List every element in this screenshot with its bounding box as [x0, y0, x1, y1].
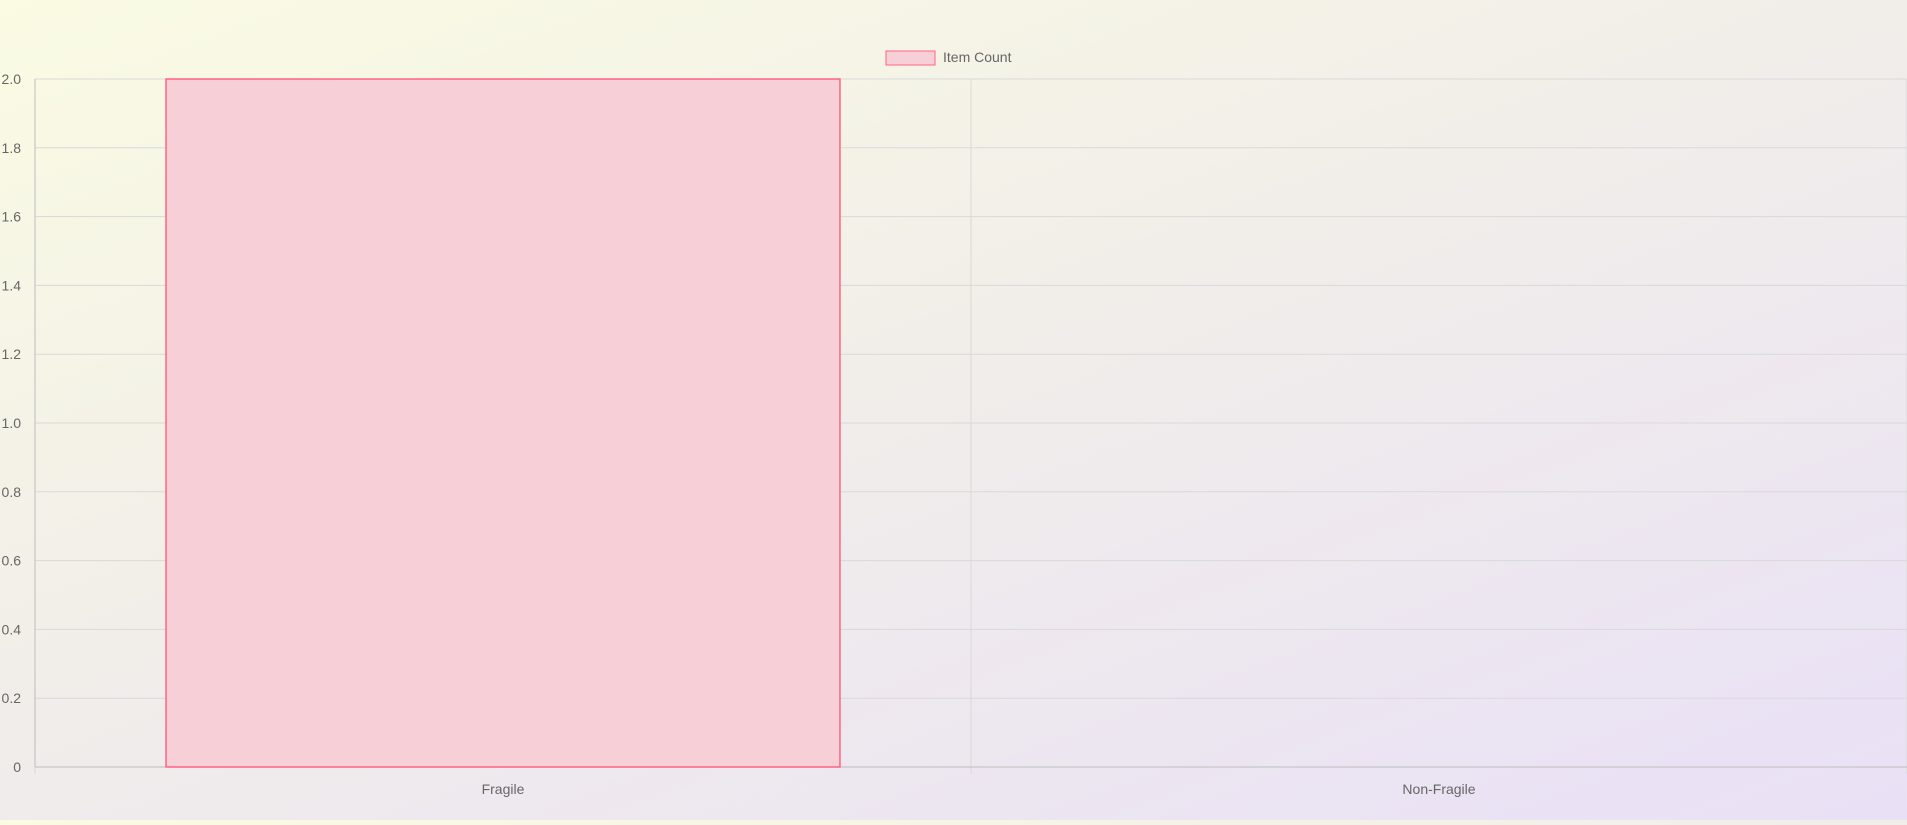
y-tick-label: 0.4	[2, 621, 22, 637]
chart-container: Item Count 0 0.2 0.4 0.6 0.8 1.0 1.2 1.4 1.6 1.8 2…	[0, 0, 1907, 820]
y-tick-label: 0.8	[2, 484, 22, 500]
legend[interactable]: Item Count	[885, 49, 1012, 66]
y-tick-label: 1.0	[2, 415, 22, 431]
y-tick-label: 2.0	[2, 71, 22, 87]
legend-swatch	[885, 50, 936, 66]
y-tick-label: 1.8	[2, 140, 22, 156]
bars	[165, 78, 841, 768]
y-tick-label: 1.2	[2, 346, 22, 362]
y-tick-label: 0.6	[2, 553, 22, 569]
y-tick-label: 0	[13, 759, 21, 775]
y-tick-label: 1.4	[2, 277, 22, 293]
x-axis-ticks: Fragile Non-Fragile	[482, 781, 1476, 797]
bar-chart: Item Count 0 0.2 0.4 0.6 0.8 1.0 1.2 1.4 1.6 1.8 2…	[2, 49, 1907, 797]
x-tick-label: Fragile	[482, 781, 525, 797]
y-axis-ticks: 0 0.2 0.4 0.6 0.8 1.0 1.2 1.4 1.6 1.8 2.0	[2, 71, 22, 775]
legend-label: Item Count	[943, 49, 1012, 65]
y-tick-label: 0.2	[2, 690, 22, 706]
x-tick-label: Non-Fragile	[1402, 781, 1475, 797]
bar	[165, 78, 841, 768]
y-tick-label: 1.6	[2, 209, 22, 225]
